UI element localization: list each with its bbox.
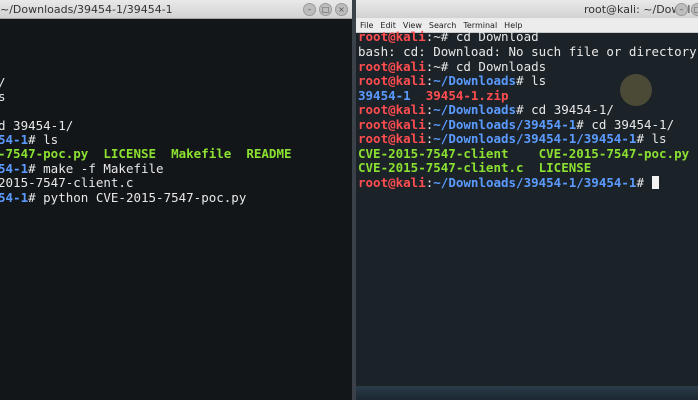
- terminal-text: # cd 39454-1/: [516, 102, 614, 117]
- terminal-text: ~/Downloads: [433, 73, 517, 88]
- terminal-text: # python CVE-2015-7547-poc.py: [28, 190, 247, 205]
- left-terminal-window[interactable]: ~/Downloads/39454-1/39454-1 – □ × /s d 39…: [0, 0, 352, 400]
- terminal-text: root@kali: [358, 117, 426, 132]
- terminal-text: root@kali: [358, 59, 426, 74]
- terminal-line: root@kali:~/Downloads# cd 39454-1/: [358, 102, 614, 118]
- terminal-text: :~# cd Downloads: [425, 59, 547, 74]
- terminal-line: CVE-2015-7547-client.c LICENSE: [358, 160, 592, 176]
- terminal-line: -7547-poc.py LICENSE Makefile README: [0, 146, 292, 162]
- terminal-text: ~/Downloads: [433, 102, 517, 117]
- left-title-bar[interactable]: ~/Downloads/39454-1/39454-1 – □ ×: [0, 0, 352, 19]
- terminal-cursor: [651, 176, 659, 189]
- terminal-text: 54-1: [0, 190, 29, 205]
- terminal-text: root@kali: [358, 102, 426, 117]
- terminal-text: bash: cd: Download: No such file or dire…: [358, 44, 697, 59]
- minimize-icon[interactable]: –: [675, 3, 688, 16]
- terminal-text: ~/Downloads/39454-1: [433, 117, 577, 132]
- close-icon[interactable]: ×: [335, 3, 348, 16]
- terminal-text: root@kali: [358, 73, 426, 88]
- terminal-text: root@kali: [358, 29, 426, 44]
- terminal-text: root@kali: [358, 175, 426, 190]
- terminal-line: bash: cd: Download: No such file or dire…: [358, 44, 697, 60]
- terminal-line: root@kali:~# cd Download: [358, 29, 539, 45]
- right-terminal-window[interactable]: root@kali: ~/Downloads/39454-1/39454-1 –…: [356, 0, 698, 400]
- terminal-text: #: [636, 175, 652, 190]
- terminal-text: root@kali: [358, 131, 426, 146]
- terminal-text: :~# cd Download: [425, 29, 539, 44]
- terminal-text: # ls: [516, 73, 547, 88]
- terminal-line: root@kali:~/Downloads/39454-1/39454-1# l…: [358, 131, 667, 147]
- left-terminal-output[interactable]: /sd 39454-1/54-1# ls-7547-poc.py LICENSE…: [0, 18, 352, 400]
- terminal-text: s: [0, 89, 6, 104]
- maximize-icon[interactable]: □: [319, 3, 332, 16]
- terminal-text: 39454-1.zip: [425, 88, 509, 103]
- terminal-text: CVE-2015-7547-client.c LICENSE: [358, 160, 592, 175]
- terminal-text: # cd 39454-1/: [576, 117, 675, 132]
- terminal-text: ~/Downloads/39454-1/39454-1: [433, 175, 637, 190]
- terminal-text: 39454-1: [358, 88, 411, 103]
- terminal-line: s: [0, 89, 6, 105]
- terminal-text: # ls: [28, 132, 59, 147]
- terminal-line: 54-1# python CVE-2015-7547-poc.py: [0, 190, 247, 206]
- terminal-text: d 39454-1/: [0, 118, 74, 133]
- terminal-text: /: [0, 75, 6, 90]
- terminal-line: root@kali:~/Downloads/39454-1/39454-1#: [358, 175, 659, 191]
- terminal-line: root@kali:~/Downloads# ls: [358, 73, 547, 89]
- decorative-circle: [620, 74, 652, 106]
- minimize-icon[interactable]: –: [303, 3, 316, 16]
- terminal-line: 2015-7547-client.c: [0, 175, 134, 191]
- terminal-text: # make -f Makefile: [28, 161, 164, 176]
- left-window-title: ~/Downloads/39454-1/39454-1: [0, 3, 173, 16]
- terminal-text: ~/Downloads/39454-1/39454-1: [433, 131, 637, 146]
- terminal-text: -7547-poc.py LICENSE Makefile README: [0, 146, 292, 161]
- maximize-icon[interactable]: □: [691, 3, 698, 16]
- terminal-text: 54-1: [0, 161, 29, 176]
- taskbar: [356, 386, 698, 400]
- right-title-bar[interactable]: root@kali: ~/Downloads/39454-1/39454-1 –…: [356, 0, 698, 19]
- terminal-text: # ls: [636, 131, 667, 146]
- terminal-text: CVE-2015-7547-client CVE-2015-7547-poc.p…: [358, 146, 690, 161]
- terminal-text: 54-1: [0, 132, 29, 147]
- terminal-text: 2015-7547-client.c: [0, 175, 134, 190]
